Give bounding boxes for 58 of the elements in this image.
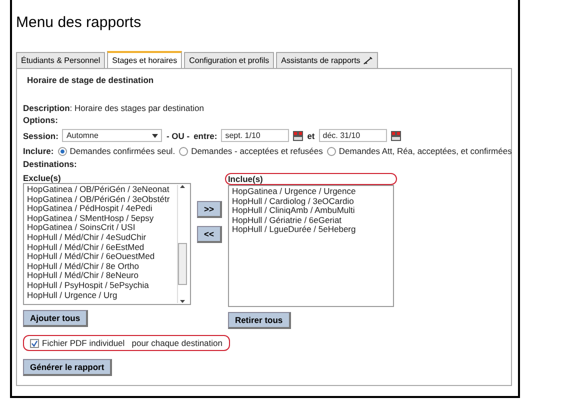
destinations-label: Destinations: xyxy=(23,159,77,169)
radio-label: Demandes Att, Réa, acceptées, et confirmées xyxy=(338,146,512,156)
or-label: - OU - xyxy=(166,130,190,140)
list-item[interactable]: HopHull / Méd/Chir / 4eSudChir xyxy=(27,232,177,243)
list-item[interactable]: HopHull / Urgence / Urg xyxy=(27,290,177,300)
list-item[interactable]: HopGatinea / PédHospit / 4ePedi xyxy=(27,204,177,214)
list-item[interactable]: HopGatinea / OB/PériGén / 3eObstétr xyxy=(27,194,177,204)
tab[interactable]: Stages et horaires xyxy=(107,51,182,69)
add-all-button[interactable]: Ajouter tous xyxy=(23,310,88,327)
between-label: entre: xyxy=(194,130,218,140)
tab[interactable]: Étudiants & Personnel xyxy=(16,52,106,69)
list-item[interactable]: HopGatinea / SMentHosp / 5epsy xyxy=(27,214,177,224)
move-button[interactable]: >> xyxy=(197,201,222,218)
and-label: et xyxy=(307,130,315,140)
radio-button[interactable] xyxy=(326,146,336,156)
tab[interactable]: Configuration et profils xyxy=(184,52,274,69)
caret-icon xyxy=(152,134,158,138)
calendar-icon xyxy=(390,130,401,140)
included-label: Inclue(s) xyxy=(228,174,263,184)
list-item[interactable]: HopHull / Méd/Chir / 6eEstMed xyxy=(27,242,177,252)
generate-report-button[interactable]: Générer le rapport xyxy=(23,359,112,376)
radio-label: Demandes - acceptées et refusées xyxy=(191,146,323,156)
window-title: Menu des rapports xyxy=(16,14,142,31)
list-item[interactable]: HopHull / Méd/Chir / 6eOuestMed xyxy=(27,252,177,262)
list-item[interactable]: HopHull / PsyHospit / 5ePsychia xyxy=(27,280,177,291)
description-text: Description: Horaire des stages par destination xyxy=(23,103,204,113)
checkbox-label: Fichier PDF individuel pour chaque destination xyxy=(42,338,222,348)
scroll-thumb[interactable] xyxy=(178,243,187,285)
pen-icon xyxy=(363,56,374,64)
scroll-up-icon[interactable] xyxy=(180,185,185,188)
radio-button[interactable] xyxy=(179,146,188,156)
start-date-field[interactable]: sept. 1/10 xyxy=(221,129,290,142)
list-item[interactable]: HopGatinea / SoinsCrit / USI xyxy=(27,223,177,233)
end-date-field[interactable]: déc. 31/10 xyxy=(318,129,387,142)
radio-label: Demandes confirmées seul. xyxy=(70,146,176,156)
list-item[interactable]: HopGatinea / OB/PériGén / 3eNeonat xyxy=(27,185,177,195)
list-item[interactable]: HopHull / LgueDurée / 5eHeberg xyxy=(232,225,390,235)
list-item[interactable]: HopHull / CliniqAmb / AmbuMulti xyxy=(232,206,390,216)
calendar-icon xyxy=(293,130,304,140)
list-item[interactable]: HopHull / Gériatrie / 6eGeriat xyxy=(232,216,390,226)
list-item[interactable]: HopHull / Méd/Chir / 8eNeuro xyxy=(27,271,177,281)
excluded-list[interactable] xyxy=(23,183,191,305)
list-item[interactable]: HopGatinea / Urgence / Urgence xyxy=(232,187,390,197)
radio-button[interactable] xyxy=(58,146,67,156)
list-item[interactable]: HopHull / Méd/Chir / 8e Ortho xyxy=(27,262,177,272)
excluded-label: Exclue(s) xyxy=(23,173,62,183)
section-title: Horaire de stage de destination xyxy=(27,75,155,85)
move-button[interactable]: << xyxy=(197,226,222,243)
included-list[interactable]: HopGatinea / Urgence / Urgence HopHull / Cardiolog / 3eOCardio HopHull / CliniqAmb / AmbuMulti HopHull / Gériatrie / 6eGeriat HopHull / LgueDurée / 5eHeberg xyxy=(228,185,394,307)
tab[interactable]: Assistants de rapports xyxy=(276,52,378,69)
options-label: Options: xyxy=(23,115,58,125)
include-label: Inclure: xyxy=(23,146,54,156)
checkbox[interactable] xyxy=(30,338,39,348)
remove-all-button[interactable]: Retirer tous xyxy=(228,312,291,329)
session-dropdown[interactable]: Automne xyxy=(62,129,162,142)
scroll-down-icon[interactable] xyxy=(180,300,185,303)
session-label: Session: xyxy=(23,130,58,140)
list-item[interactable]: HopHull / Cardiolog / 3eOCardio xyxy=(232,196,390,206)
